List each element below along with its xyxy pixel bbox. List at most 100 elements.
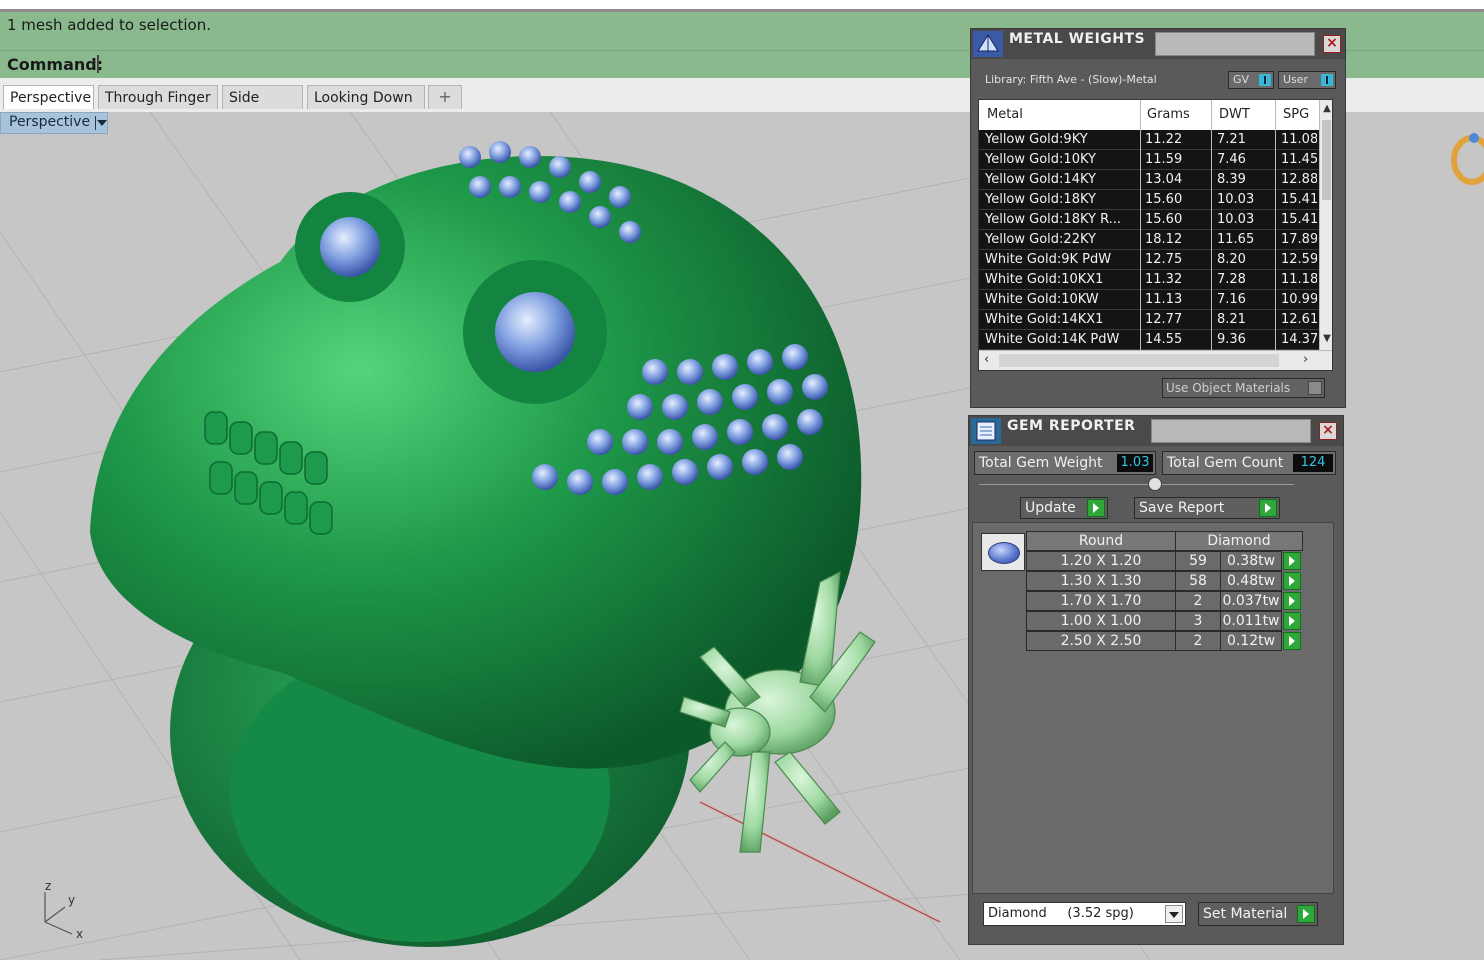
grams-cell: 18.12	[1145, 232, 1183, 247]
spg-cell: 17.89	[1281, 232, 1317, 247]
ring-tool-icon[interactable]	[1451, 133, 1484, 185]
gem-reporter-panel: GEM REPORTER × Total Gem Weight 1.03 Tot…	[968, 415, 1344, 945]
report-icon	[971, 418, 1001, 444]
vscroll-thumb[interactable]	[1322, 120, 1331, 200]
metal-name-cell: Yellow Gold:14KY	[985, 172, 1096, 187]
col-spg[interactable]: SPG	[1283, 107, 1309, 122]
table-row[interactable]: Yellow Gold:18KY R... 15.60 10.03 15.41	[979, 210, 1319, 230]
metal-table-vscroll[interactable]: ▲ ▼	[1319, 100, 1332, 350]
grams-cell: 11.59	[1145, 152, 1183, 167]
spg-cell: 11.08	[1281, 132, 1317, 147]
set-material-button[interactable]: Set Material	[1198, 902, 1318, 926]
gem-size-cell: 1.30 X 1.30	[1026, 571, 1176, 591]
metal-weights-close-button[interactable]: ×	[1323, 35, 1341, 53]
grams-cell: 11.22	[1145, 132, 1183, 147]
command-input[interactable]	[97, 55, 99, 73]
gem-slider-handle[interactable]	[1148, 477, 1162, 491]
dwt-cell: 8.39	[1217, 172, 1246, 187]
close-icon: ×	[1322, 422, 1334, 438]
use-object-materials-label: Use Object Materials	[1166, 381, 1291, 395]
gem-material-header: Diamond	[1175, 531, 1303, 551]
grams-cell: 11.13	[1145, 292, 1183, 307]
update-button-label: Update	[1025, 500, 1076, 516]
scroll-up-icon[interactable]: ▲	[1322, 102, 1332, 116]
table-row[interactable]: Yellow Gold:10KY 11.59 7.46 11.45	[979, 150, 1319, 170]
gem-select-button[interactable]	[1283, 572, 1301, 590]
table-row[interactable]: White Gold:14KX1 12.77 8.21 12.61	[979, 310, 1319, 330]
table-row[interactable]: Yellow Gold:22KY 18.12 11.65 17.89	[979, 230, 1319, 250]
close-icon: ×	[1326, 35, 1338, 51]
metal-table-hscroll[interactable]: ‹ ›	[979, 350, 1332, 370]
table-row[interactable]: Yellow Gold:18KY 15.60 10.03 15.41	[979, 190, 1319, 210]
table-row[interactable]: Yellow Gold:14KY 13.04 8.39 12.88	[979, 170, 1319, 190]
axis-z-label: z	[45, 879, 51, 893]
set-material-button-label: Set Material	[1203, 906, 1288, 922]
gem-count-cell: 59	[1175, 551, 1221, 571]
scroll-right-icon[interactable]: ›	[1303, 352, 1308, 367]
tab-looking-down[interactable]: Looking Down	[307, 85, 425, 109]
table-row[interactable]: White Gold:10KX1 11.32 7.28 11.18	[979, 270, 1319, 290]
plus-icon: +	[438, 87, 452, 106]
table-row[interactable]: White Gold:10KW 11.13 7.16 10.99	[979, 290, 1319, 310]
metal-name-cell: White Gold:14K PdW	[985, 332, 1120, 347]
metal-name-cell: White Gold:14KX1	[985, 312, 1104, 327]
table-row[interactable]: White Gold:14K PdW 14.55 9.36 14.37	[979, 330, 1319, 350]
viewport-menu-dropdown[interactable]	[95, 116, 107, 130]
gem-select-button[interactable]	[1283, 612, 1301, 630]
tab-side-view[interactable]: Side View	[222, 85, 303, 130]
save-report-button-label: Save Report	[1139, 500, 1225, 516]
dwt-cell: 10.03	[1217, 212, 1255, 227]
table-row[interactable]: Yellow Gold:9KY 11.22 7.21 11.08	[979, 130, 1319, 150]
grams-cell: 14.55	[1145, 332, 1183, 347]
dwt-cell: 8.20	[1217, 252, 1246, 267]
col-grams[interactable]: Grams	[1147, 107, 1190, 122]
metal-weights-table: Metal Grams DWT SPG Yellow Gold:9KY 11.22…	[978, 99, 1333, 371]
gv-toggle[interactable]: GV	[1228, 71, 1274, 89]
user-toggle[interactable]: User	[1278, 71, 1336, 89]
total-gem-weight-label: Total Gem Weight	[979, 455, 1103, 471]
material-select-value: Diamond (3.52 spg)	[988, 906, 1134, 921]
save-report-button[interactable]: Save Report	[1134, 497, 1280, 519]
spg-cell: 12.59	[1281, 252, 1317, 267]
update-button[interactable]: Update	[1020, 497, 1108, 519]
gv-toggle-label: GV	[1233, 73, 1250, 86]
metal-name-cell: Yellow Gold:18KY R...	[985, 212, 1122, 227]
gem-preview	[988, 542, 1020, 564]
grams-cell: 13.04	[1145, 172, 1183, 187]
use-object-materials-toggle[interactable]: Use Object Materials	[1162, 378, 1325, 398]
gem-slider-track[interactable]	[979, 484, 1294, 485]
gem-select-button[interactable]	[1283, 552, 1301, 570]
gem-size-cell: 2.50 X 2.50	[1026, 631, 1176, 651]
gem-list: Round Diamond 1.20 X 1.20 59 0.38tw 1.30 X …	[972, 522, 1334, 894]
window-top-strip	[0, 0, 1484, 12]
chevron-down-icon[interactable]	[1165, 905, 1183, 923]
scroll-down-icon[interactable]: ▼	[1322, 332, 1332, 346]
axis-x-label: x	[76, 927, 83, 941]
hscroll-thumb[interactable]	[999, 354, 1279, 367]
total-gem-weight-field: Total Gem Weight 1.03	[974, 451, 1156, 475]
add-tab-button[interactable]: +	[428, 85, 462, 109]
gem-shape-header: Round	[1026, 531, 1176, 551]
gv-toggle-switch[interactable]	[1259, 74, 1271, 86]
metal-name-cell: Yellow Gold:10KY	[985, 152, 1096, 167]
gem-reporter-titlebar: GEM REPORTER ×	[969, 416, 1343, 446]
col-dwt[interactable]: DWT	[1219, 107, 1250, 122]
total-gem-weight-value: 1.03	[1117, 454, 1153, 472]
metal-name-cell: Yellow Gold:9KY	[985, 132, 1088, 147]
user-toggle-switch[interactable]	[1321, 74, 1333, 86]
round-diamond-icon[interactable]	[981, 533, 1025, 571]
col-metal[interactable]: Metal	[987, 107, 1023, 122]
gem-select-button[interactable]	[1283, 632, 1301, 650]
tab-through-finger[interactable]: Through Finger	[98, 85, 218, 109]
gem-select-button[interactable]	[1283, 592, 1301, 610]
dwt-cell: 8.21	[1217, 312, 1246, 327]
scroll-left-icon[interactable]: ‹	[984, 352, 989, 367]
viewport-title-label: Perspective	[9, 114, 91, 130]
dwt-cell: 7.28	[1217, 272, 1246, 287]
use-object-materials-switch[interactable]	[1308, 381, 1322, 395]
gem-reporter-close-button[interactable]: ×	[1319, 422, 1337, 440]
material-select[interactable]: Diamond (3.52 spg)	[983, 902, 1186, 926]
tab-perspective[interactable]: Perspective	[3, 85, 94, 109]
viewport-title[interactable]: Perspective	[0, 112, 108, 134]
table-row[interactable]: White Gold:9K PdW 12.75 8.20 12.59	[979, 250, 1319, 270]
